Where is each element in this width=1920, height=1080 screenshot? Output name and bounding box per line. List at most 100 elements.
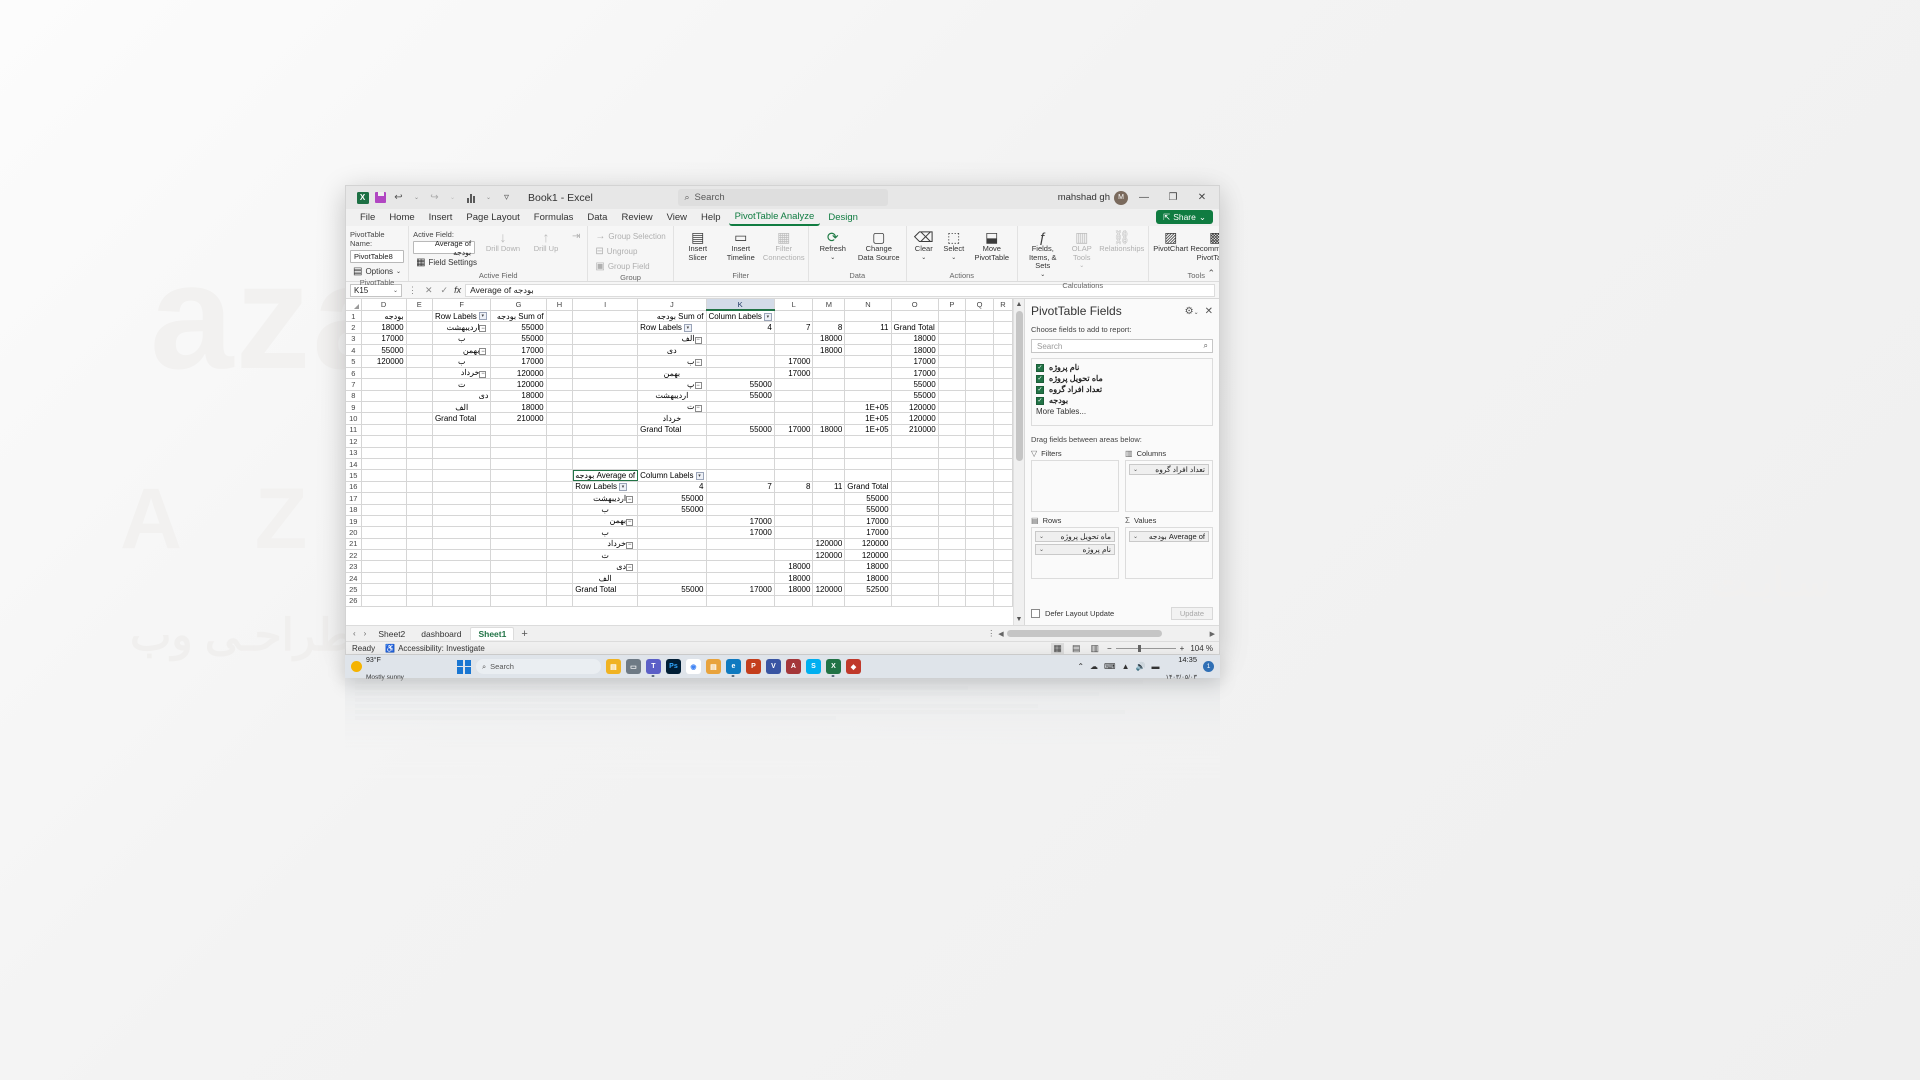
cell-K14[interactable]: [706, 458, 775, 471]
cell-G12[interactable]: [490, 435, 547, 448]
row-header-26[interactable]: 26: [346, 595, 362, 608]
cell-O13[interactable]: [891, 447, 939, 459]
col-header-E[interactable]: E: [406, 299, 433, 311]
chart-icon[interactable]: [464, 191, 477, 204]
cell-O26[interactable]: [891, 595, 939, 608]
taskbar-app-teams[interactable]: T: [645, 659, 661, 677]
cell-M26[interactable]: [812, 595, 846, 608]
cell-L20[interactable]: [774, 526, 814, 539]
filter-connections-button[interactable]: ▦ Filter Connections: [763, 228, 805, 264]
cell-J12[interactable]: [637, 435, 707, 448]
cell-Q16[interactable]: [965, 481, 995, 494]
row-header-1[interactable]: 1: [346, 310, 362, 323]
sheet-nav-prev-icon[interactable]: ‹: [350, 629, 359, 638]
cell-R25[interactable]: [993, 583, 1013, 596]
cell-G9[interactable]: 18000: [490, 401, 547, 414]
cell-M5[interactable]: [812, 355, 846, 368]
notification-icon[interactable]: 1: [1203, 661, 1214, 672]
cell-D21[interactable]: [361, 538, 407, 551]
cell-N13[interactable]: [844, 447, 892, 459]
area-box-filters[interactable]: [1031, 460, 1119, 512]
row-header-8[interactable]: 8: [346, 390, 362, 403]
cell-D4[interactable]: 55000: [361, 344, 407, 357]
cell-L24[interactable]: 18000: [774, 572, 814, 585]
cell-L22[interactable]: [774, 549, 814, 562]
cell-Q4[interactable]: [965, 344, 995, 357]
cell-E13[interactable]: [406, 447, 433, 459]
cell-K13[interactable]: [706, 447, 775, 459]
scroll-down-icon[interactable]: ▼: [1016, 614, 1023, 625]
cell-D5[interactable]: 120000: [361, 355, 407, 368]
cell-D22[interactable]: [361, 549, 407, 562]
cell-Q25[interactable]: [965, 583, 995, 596]
expand-icon[interactable]: −: [626, 518, 634, 526]
row-header-22[interactable]: 22: [346, 549, 362, 562]
cell-M12[interactable]: [812, 435, 846, 448]
start-icon[interactable]: [456, 659, 471, 674]
cell-R1[interactable]: [993, 310, 1013, 323]
cell-G21[interactable]: [490, 538, 547, 551]
cell-E1[interactable]: [406, 310, 433, 323]
wifi-icon[interactable]: ▲: [1122, 662, 1130, 671]
cell-J5[interactable]: −ب: [637, 355, 707, 368]
cell-J6[interactable]: بهمن: [637, 367, 707, 380]
cell-M24[interactable]: [812, 572, 846, 585]
cell-G13[interactable]: [490, 447, 547, 459]
tab-design[interactable]: Design: [822, 210, 864, 225]
taskbar-app-excel[interactable]: X: [825, 659, 841, 677]
cell-N8[interactable]: [844, 390, 892, 403]
cell-H24[interactable]: [546, 572, 574, 585]
refresh-button[interactable]: ⟳ Refresh ⌄: [813, 228, 853, 264]
cell-J24[interactable]: [637, 572, 707, 585]
cell-K19[interactable]: 17000: [706, 515, 775, 528]
cell-K22[interactable]: [706, 549, 775, 562]
cell-Q6[interactable]: [965, 367, 995, 380]
cell-G10[interactable]: 210000: [490, 412, 547, 425]
cell-H13[interactable]: [546, 447, 574, 459]
row-header-3[interactable]: 3: [346, 333, 362, 346]
cell-N4[interactable]: [844, 344, 892, 357]
cell-K15[interactable]: [706, 469, 775, 482]
cell-N22[interactable]: 120000: [844, 549, 892, 562]
cell-J13[interactable]: [637, 447, 707, 459]
drill-down-button[interactable]: ↓ Drill Down: [483, 228, 523, 256]
cell-E20[interactable]: [406, 526, 433, 539]
move-pivottable-button[interactable]: ⬓ Move PivotTable: [971, 228, 1013, 264]
cell-F26[interactable]: [432, 595, 492, 608]
cell-J19[interactable]: [637, 515, 707, 528]
cell-I20[interactable]: ب: [572, 526, 639, 539]
cell-D13[interactable]: [361, 447, 407, 459]
cell-N9[interactable]: 1E+05: [844, 401, 892, 414]
cell-H8[interactable]: [546, 390, 574, 403]
cell-M17[interactable]: [812, 492, 846, 505]
cell-F6[interactable]: −خرداد: [432, 367, 492, 380]
cell-I23[interactable]: −دی: [572, 560, 639, 573]
cell-P19[interactable]: [938, 515, 967, 528]
cell-P5[interactable]: [938, 355, 967, 368]
cell-J14[interactable]: [637, 458, 707, 471]
cell-L11[interactable]: 17000: [774, 424, 814, 437]
cell-F9[interactable]: الف: [432, 401, 492, 414]
cell-M3[interactable]: 18000: [812, 333, 846, 346]
area-pill-values-0[interactable]: Average of بودجه ⌄: [1129, 531, 1209, 542]
cell-H25[interactable]: [546, 583, 574, 596]
cell-Q19[interactable]: [965, 515, 995, 528]
cell-J4[interactable]: دی: [637, 344, 707, 357]
taskbar-app-edge[interactable]: e: [725, 659, 741, 677]
cell-E8[interactable]: [406, 390, 433, 403]
cell-J20[interactable]: [637, 526, 707, 539]
cell-I19[interactable]: −بهمن: [572, 515, 639, 528]
cell-D18[interactable]: [361, 504, 407, 516]
pivottable-name-input[interactable]: PivotTable8: [350, 250, 404, 263]
cell-N10[interactable]: 1E+05: [844, 412, 892, 425]
cell-L6[interactable]: 17000: [774, 367, 814, 380]
cell-E15[interactable]: [406, 469, 433, 482]
cell-P20[interactable]: [938, 526, 967, 539]
cell-M1[interactable]: [812, 310, 846, 323]
row-header-12[interactable]: 12: [346, 435, 362, 448]
cell-G4[interactable]: 17000: [490, 344, 547, 357]
cell-L10[interactable]: [774, 412, 814, 425]
active-field-input[interactable]: Average of بودجه: [413, 239, 476, 257]
cell-H1[interactable]: [546, 310, 574, 323]
cell-L2[interactable]: 7: [774, 321, 814, 334]
